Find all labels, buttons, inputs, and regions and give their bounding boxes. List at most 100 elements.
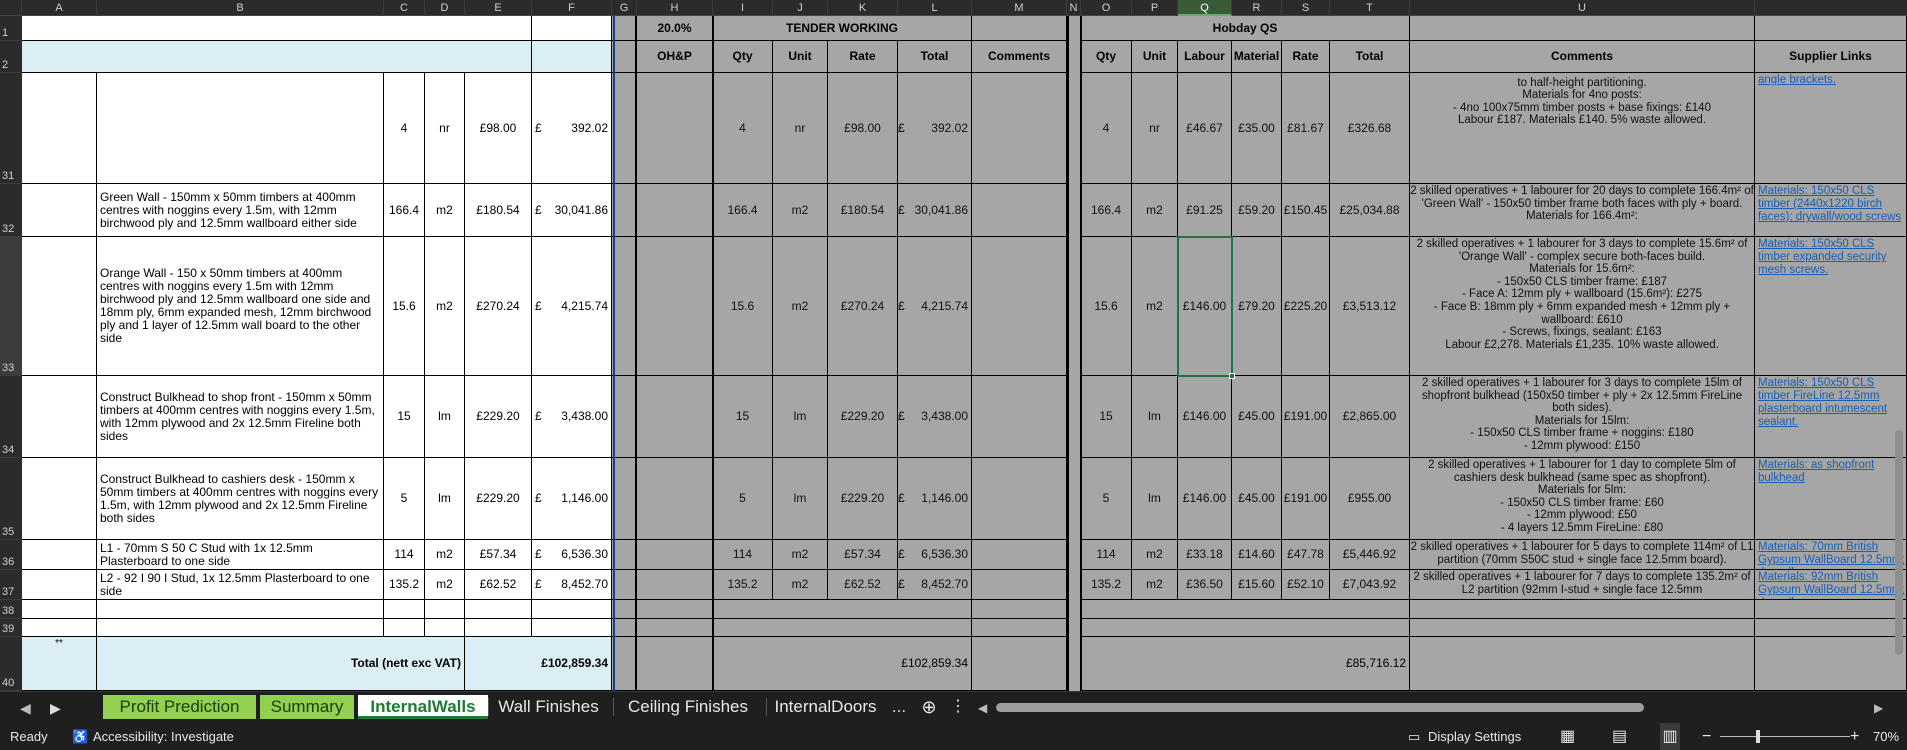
column-header-j[interactable]: J xyxy=(773,0,828,16)
tw-unit[interactable]: nr xyxy=(773,73,828,184)
vertical-scrollbar-thumb[interactable] xyxy=(1895,430,1903,655)
col-g-cell[interactable] xyxy=(612,540,637,570)
supplier-links-header[interactable]: Supplier Links xyxy=(1755,41,1907,73)
col-g-cell[interactable] xyxy=(612,184,637,237)
item-unit[interactable]: m2 xyxy=(425,570,465,600)
total-v[interactable] xyxy=(1755,637,1907,691)
material-header[interactable]: Material xyxy=(1232,41,1282,73)
item-description[interactable]: Orange Wall - 150 x 50mm timbers at 400m… xyxy=(97,237,384,376)
empty-cell[interactable] xyxy=(97,600,384,619)
col-g-cell[interactable] xyxy=(612,458,637,540)
item-unit[interactable]: lm xyxy=(425,458,465,540)
display-settings-button[interactable]: Display Settings xyxy=(1428,723,1521,750)
qs-comment[interactable]: to half-height partitioning. Materials f… xyxy=(1410,73,1755,184)
page-break-view-icon[interactable]: ▥ xyxy=(1660,723,1680,750)
qs-rate[interactable]: £225.20 xyxy=(1282,237,1330,376)
tw-rate[interactable]: £62.52 xyxy=(828,570,898,600)
supplier-link[interactable]: angle brackets. xyxy=(1755,73,1907,184)
supplier-link[interactable]: Materials: 150x50 CLS timber FireLine 12… xyxy=(1755,376,1907,458)
ohp-cell[interactable] xyxy=(637,570,713,600)
tw-unit[interactable]: lm xyxy=(773,458,828,540)
ohp-cell[interactable] xyxy=(637,540,713,570)
qs-unit[interactable]: m2 xyxy=(1132,237,1178,376)
worksheet-grid[interactable]: 20.0% TENDER WORKING Hobday QS OH&P Qty Unit R… xyxy=(22,16,1907,691)
empty-cell[interactable] xyxy=(465,619,532,637)
column-header-u[interactable]: U xyxy=(1410,0,1755,16)
qs-unit[interactable]: m2 xyxy=(1132,570,1178,600)
sheet-tab-profit-prediction[interactable]: Profit Prediction xyxy=(103,695,256,719)
tw-total[interactable]: 30,041.86 xyxy=(898,184,972,237)
qs-material[interactable]: £79.20 xyxy=(1232,237,1282,376)
supplier-link[interactable]: Materials: as shopfront bulkhead xyxy=(1755,458,1907,540)
a-f-row2[interactable] xyxy=(22,41,532,73)
qs-comment[interactable]: 2 skilled operatives + 1 labourer for 5 … xyxy=(1410,540,1755,570)
col-g-cell[interactable] xyxy=(612,73,637,184)
row-header-35[interactable]: 35 xyxy=(0,458,22,540)
tw-comments[interactable] xyxy=(972,570,1067,600)
column-header-r[interactable]: R xyxy=(1232,0,1282,16)
row-header-33[interactable]: 33 xyxy=(0,237,22,376)
qs-total[interactable]: £2,865.00 xyxy=(1330,376,1410,458)
display-settings-icon[interactable]: ▭ xyxy=(1408,723,1420,750)
ohp-cell[interactable] xyxy=(637,458,713,540)
item-rate[interactable]: £180.54 xyxy=(465,184,532,237)
qs-qty[interactable]: 4 xyxy=(1081,73,1132,184)
column-header-s[interactable]: S xyxy=(1282,0,1330,16)
item-total[interactable]: 4,215.74 xyxy=(532,237,612,376)
item-qty[interactable]: 4 xyxy=(384,73,425,184)
item-qty[interactable]: 135.2 xyxy=(384,570,425,600)
hscroll-right-icon[interactable]: ▶ xyxy=(1874,695,1883,722)
empty-cell[interactable] xyxy=(1755,619,1907,637)
column-header-n[interactable]: N xyxy=(1067,0,1081,16)
accessibility-icon[interactable]: ♿ xyxy=(72,723,88,750)
item-ref-cell[interactable] xyxy=(22,458,97,540)
zoom-slider-thumb[interactable] xyxy=(1756,730,1760,743)
qs-labour[interactable]: £146.00 xyxy=(1178,376,1232,458)
empty-cell[interactable] xyxy=(97,619,384,637)
labour-header[interactable]: Labour xyxy=(1178,41,1232,73)
qs-labour[interactable]: £146.00 xyxy=(1178,458,1232,540)
empty-cell[interactable] xyxy=(425,619,465,637)
normal-view-icon[interactable]: ▦ xyxy=(1560,723,1575,750)
qs-qty[interactable]: 114 xyxy=(1081,540,1132,570)
qs-qty[interactable]: 135.2 xyxy=(1081,570,1132,600)
tw-total-value[interactable]: £102,859.34 xyxy=(713,637,972,691)
tab-options-icon[interactable]: ⋮ xyxy=(950,695,966,719)
item-unit[interactable]: m2 xyxy=(425,184,465,237)
accessibility-status[interactable]: Accessibility: Investigate xyxy=(93,723,234,750)
total-m[interactable] xyxy=(972,637,1067,691)
row-header-2[interactable]: 2 xyxy=(0,41,22,73)
empty-cell[interactable] xyxy=(384,619,425,637)
qs-unit[interactable]: nr xyxy=(1132,73,1178,184)
column-header-e[interactable]: E xyxy=(465,0,532,16)
empty-cell[interactable] xyxy=(637,619,713,637)
item-description[interactable] xyxy=(97,73,384,184)
tw-qty[interactable]: 135.2 xyxy=(713,570,773,600)
qs-labour[interactable]: £91.25 xyxy=(1178,184,1232,237)
row-header-34[interactable]: 34 xyxy=(0,376,22,458)
sheet-tab-wall-finishes[interactable]: Wall Finishes xyxy=(490,695,607,719)
tw-total[interactable]: 6,536.30 xyxy=(898,540,972,570)
g-row2[interactable] xyxy=(612,41,637,73)
tw-qty[interactable]: 4 xyxy=(713,73,773,184)
total-marker[interactable]: ** xyxy=(22,637,97,691)
item-unit[interactable]: lm xyxy=(425,376,465,458)
ohp-cell[interactable] xyxy=(637,73,713,184)
tw-total[interactable]: 8,452.70 xyxy=(898,570,972,600)
item-unit[interactable]: m2 xyxy=(425,540,465,570)
total-header[interactable]: Total xyxy=(898,41,972,73)
column-header-i[interactable]: I xyxy=(713,0,773,16)
scroll-tabs-right-icon[interactable]: ▶ xyxy=(50,695,61,722)
qs-comment[interactable]: 2 skilled operatives + 1 labourer for 7 … xyxy=(1410,570,1755,600)
item-qty[interactable]: 15 xyxy=(384,376,425,458)
column-header-k[interactable]: K xyxy=(828,0,898,16)
qs-qty[interactable]: 15 xyxy=(1081,376,1132,458)
empty-cell[interactable] xyxy=(384,600,425,619)
item-total[interactable]: 1,146.00 xyxy=(532,458,612,540)
qs-qty[interactable]: 5 xyxy=(1081,458,1132,540)
page-layout-view-icon[interactable]: ▤ xyxy=(1612,723,1627,750)
markup-cell[interactable]: 20.0% xyxy=(637,16,713,41)
qs-labour[interactable]: £46.67 xyxy=(1178,73,1232,184)
item-description[interactable]: Construct Bulkhead to shop front - 150mm… xyxy=(97,376,384,458)
item-total[interactable]: 6,536.30 xyxy=(532,540,612,570)
